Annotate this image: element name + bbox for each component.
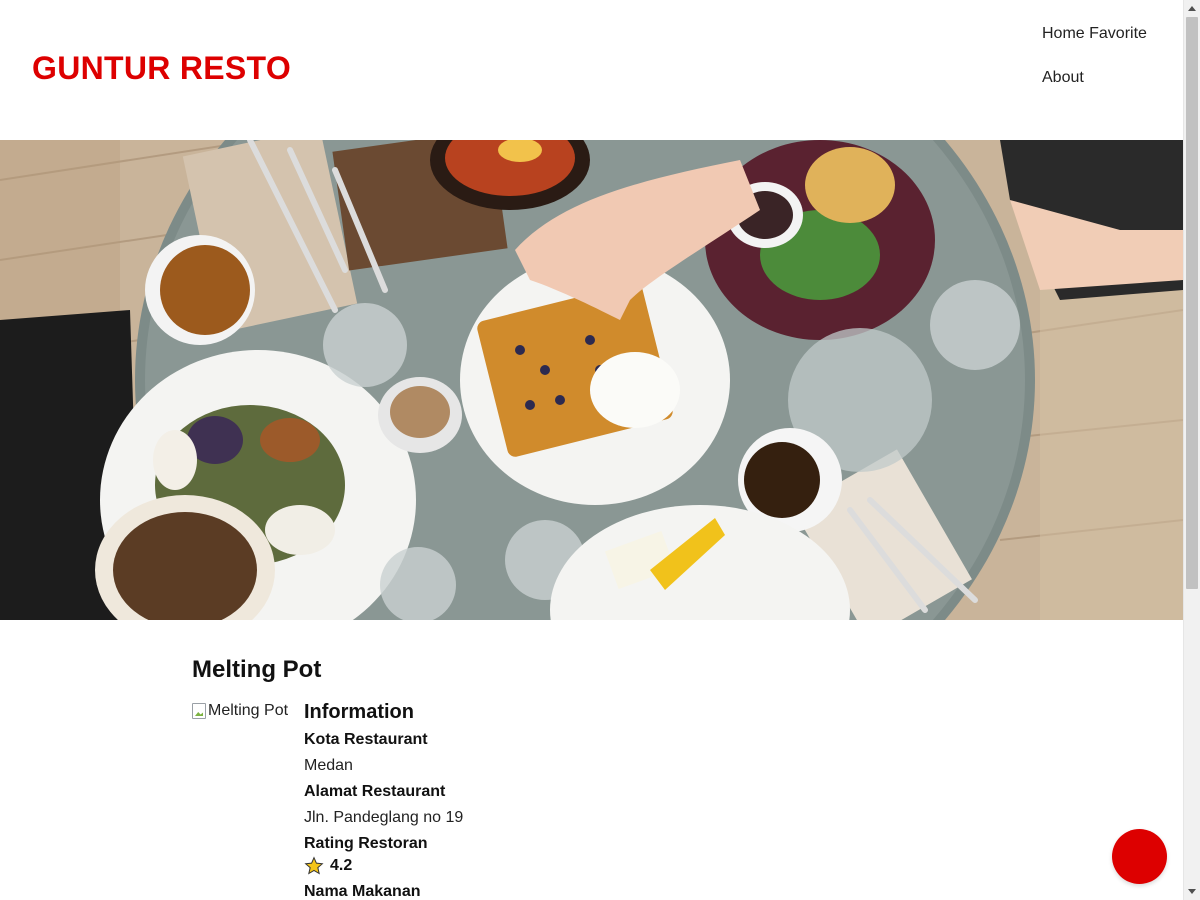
- menu-label: Nama Makanan: [304, 883, 421, 900]
- restaurant-name: Melting Pot: [192, 656, 322, 683]
- hero-image: [0, 140, 1183, 620]
- scrollbar-thumb[interactable]: [1186, 17, 1198, 589]
- address-value: Jln. Pandeglang no 19: [304, 809, 464, 826]
- city-label: Kota Restaurant: [304, 731, 428, 748]
- main-nav: Home Favorite About: [1042, 24, 1147, 88]
- favorite-button[interactable]: [1112, 829, 1167, 884]
- restaurant-image: Melting Pot: [192, 702, 304, 900]
- rating-value: 4.2: [330, 857, 353, 874]
- scrollbar[interactable]: [1183, 0, 1200, 900]
- rating-label: Rating Restoran: [304, 835, 428, 852]
- scroll-down-arrow-icon[interactable]: [1188, 889, 1196, 894]
- broken-image-icon: [192, 703, 206, 719]
- restaurant-info: Information Kota Restaurant Medan Alamat…: [304, 701, 464, 900]
- page: GUNTUR RESTO Home Favorite About Melting…: [0, 0, 1183, 900]
- restaurant-detail-row: Melting Pot Information Kota Restaurant …: [192, 701, 992, 900]
- rating-row: 4.2: [304, 856, 463, 876]
- app-bar: GUNTUR RESTO Home Favorite About: [0, 0, 1183, 140]
- brand-title: GUNTUR RESTO: [32, 50, 292, 86]
- nav-home-favorite-link[interactable]: Home Favorite: [1042, 24, 1147, 44]
- address-label: Alamat Restaurant: [304, 783, 446, 800]
- hero-illustration: [0, 140, 1183, 620]
- scroll-up-arrow-icon[interactable]: [1188, 6, 1196, 11]
- star-icon: [304, 856, 324, 875]
- information-heading: Information: [304, 701, 414, 723]
- restaurant-detail: Melting Pot Melting Pot Information Kota…: [192, 656, 992, 900]
- nav-about-link[interactable]: About: [1042, 68, 1147, 88]
- city-value: Medan: [304, 757, 353, 774]
- restaurant-image-alt-text: Melting Pot: [208, 702, 289, 719]
